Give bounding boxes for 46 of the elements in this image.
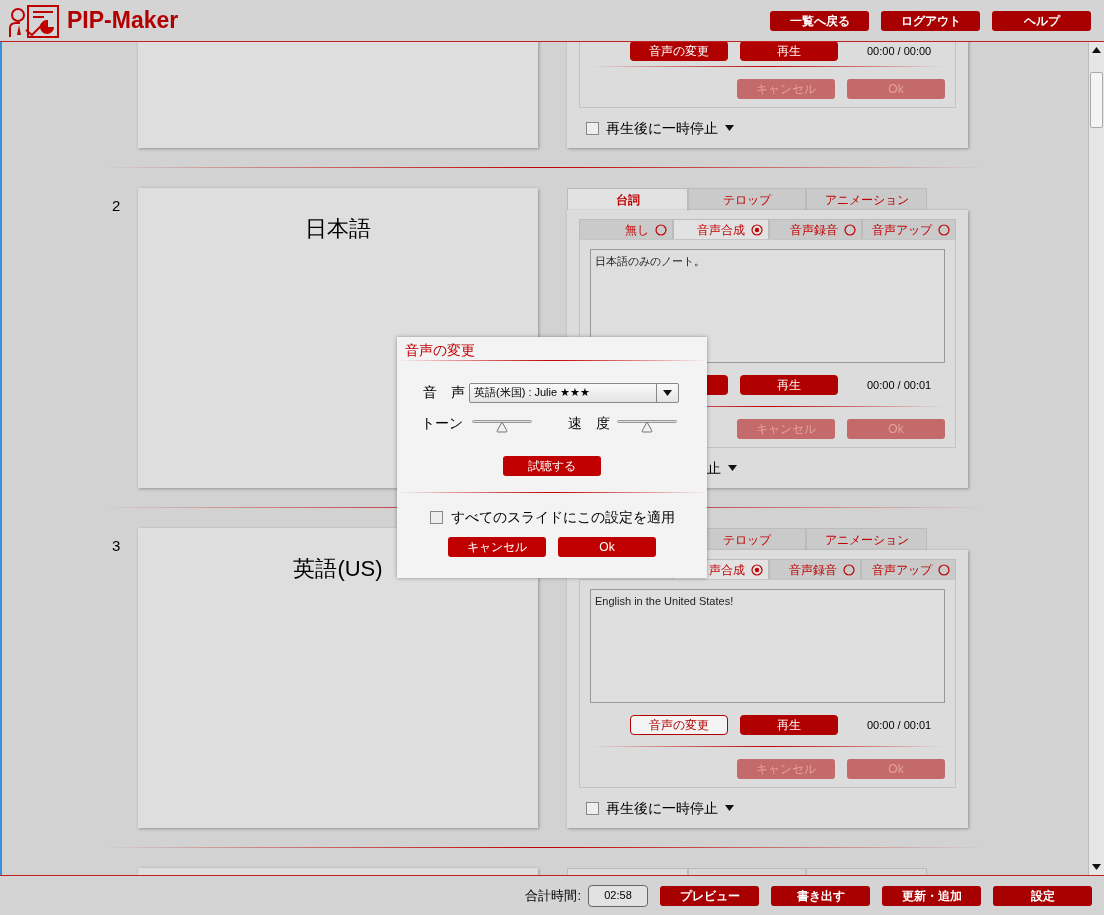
header-button[interactable]: ヘルプ	[992, 10, 1091, 31]
tab[interactable]: テロップ	[688, 188, 806, 210]
change-voice-button[interactable]: 音声の変更	[630, 42, 728, 61]
playback-time: 00:00 / 00:01	[867, 377, 932, 393]
voice-select[interactable]: 英語(米国) : Julie ★★★	[469, 382, 679, 403]
total-time-field: 02:58	[588, 884, 648, 907]
play-button[interactable]: 再生	[740, 375, 838, 395]
dialog-title: 音声の変更	[404, 341, 476, 359]
pause-after-playback-label: 再生後に一時停止	[606, 118, 718, 138]
header-button[interactable]: 一覧へ戻る	[770, 10, 869, 31]
total-time-label: 合計時間:	[525, 886, 581, 905]
pause-after-playback-label: 止	[707, 458, 721, 478]
tab[interactable]: アニメーション	[806, 528, 927, 550]
footer-button[interactable]: 書き出す	[771, 885, 870, 906]
tab[interactable]: 音声合成	[672, 219, 769, 239]
tab[interactable]: 音声アップ	[861, 559, 956, 579]
play-button[interactable]: 再生	[740, 715, 838, 735]
slide-title: 英語(US)	[293, 555, 383, 583]
note-field[interactable]: English in the United States!	[590, 589, 945, 703]
playback-time: 00:00 / 00:01	[867, 717, 932, 733]
app-title: PIP-Maker	[67, 6, 179, 36]
cancel-button[interactable]: キャンセル	[448, 537, 546, 557]
footer-button[interactable]: プレビュー	[660, 885, 759, 906]
voice-label: 音 声	[423, 383, 466, 402]
pause-after-playback-label: 再生後に一時停止	[606, 798, 718, 818]
tab[interactable]: 無し	[579, 219, 673, 239]
footer-button[interactable]: 更新・追加	[882, 885, 981, 906]
tab[interactable]: 音声録音	[768, 559, 862, 579]
footer-button[interactable]: 設定	[993, 885, 1092, 906]
speed-label: 速 度	[568, 414, 611, 433]
change-voice-button[interactable]: 音声の変更	[630, 715, 728, 735]
slide-number: 2	[112, 197, 121, 214]
play-button[interactable]: 再生	[740, 42, 838, 61]
slide-number: 3	[112, 537, 121, 554]
audition-button[interactable]: 試聴する	[503, 456, 601, 476]
ok-button[interactable]: Ok	[558, 537, 656, 557]
note-field[interactable]: 日本語のみのノート。	[590, 249, 945, 363]
playback-time: 00:00 / 00:00	[867, 43, 932, 59]
tab[interactable]: 台詞	[567, 188, 688, 210]
apply-all-label: すべてのスライドにこの設定を適用	[450, 508, 675, 527]
tone-label: トーン	[421, 414, 464, 433]
tab[interactable]: 音声アップ	[861, 219, 956, 239]
tab[interactable]: 音声録音	[769, 219, 862, 239]
header-button[interactable]: ログアウト	[881, 10, 980, 31]
slide-title: 日本語	[305, 215, 371, 243]
tab[interactable]: アニメーション	[806, 188, 927, 210]
